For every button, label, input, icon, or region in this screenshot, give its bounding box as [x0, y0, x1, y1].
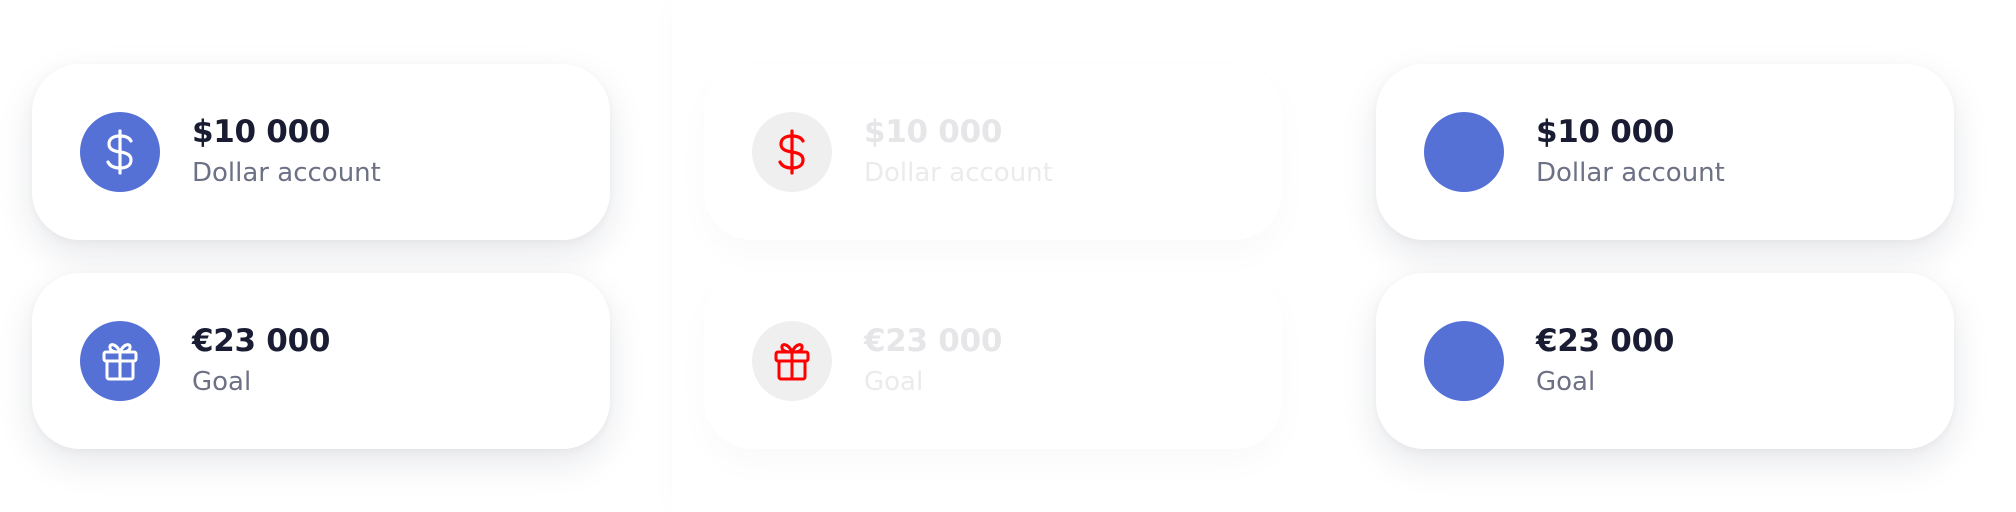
card-text: €23 000 Goal [1536, 323, 1674, 399]
goal-card[interactable]: €23 000 Goal [32, 273, 610, 449]
card-label: Goal [1536, 367, 1596, 397]
panel-disabled: $10 000 Dollar account €23 000 Goal [672, 0, 1352, 512]
account-card-dollar[interactable]: $10 000 Dollar account [1376, 64, 1954, 240]
gift-icon [772, 339, 812, 383]
card-label: Goal [192, 367, 252, 397]
account-icon-circle [1424, 112, 1504, 192]
dollar-icon [772, 128, 812, 176]
goal-card: €23 000 Goal [704, 273, 1282, 449]
card-amount: $10 000 [192, 114, 331, 150]
card-label: Dollar account [192, 158, 381, 188]
gift-icon [100, 339, 140, 383]
card-text: €23 000 Goal [192, 323, 330, 399]
card-text: $10 000 Dollar account [192, 114, 381, 190]
card-label: Dollar account [864, 158, 1053, 188]
account-card-dollar: $10 000 Dollar account [704, 64, 1282, 240]
card-text: $10 000 Dollar account [864, 114, 1053, 190]
goal-icon-circle [752, 321, 832, 401]
panel-no-icon: $10 000 Dollar account €23 000 Goal [1344, 0, 2016, 512]
card-amount: $10 000 [1536, 114, 1675, 150]
card-amount: €23 000 [192, 323, 331, 359]
card-amount: €23 000 [864, 323, 1003, 359]
card-amount: €23 000 [1536, 323, 1675, 359]
card-label: Dollar account [1536, 158, 1725, 188]
card-label: Goal [864, 367, 924, 397]
dollar-icon [100, 128, 140, 176]
panel-default: $10 000 Dollar account €23 000 Goal [0, 0, 680, 512]
goal-icon-circle [80, 321, 160, 401]
card-text: €23 000 Goal [864, 323, 1002, 399]
card-amount: $10 000 [864, 114, 1003, 150]
card-text: $10 000 Dollar account [1536, 114, 1725, 190]
account-icon-circle [80, 112, 160, 192]
account-card-dollar[interactable]: $10 000 Dollar account [32, 64, 610, 240]
account-icon-circle [752, 112, 832, 192]
goal-card[interactable]: €23 000 Goal [1376, 273, 1954, 449]
goal-icon-circle [1424, 321, 1504, 401]
